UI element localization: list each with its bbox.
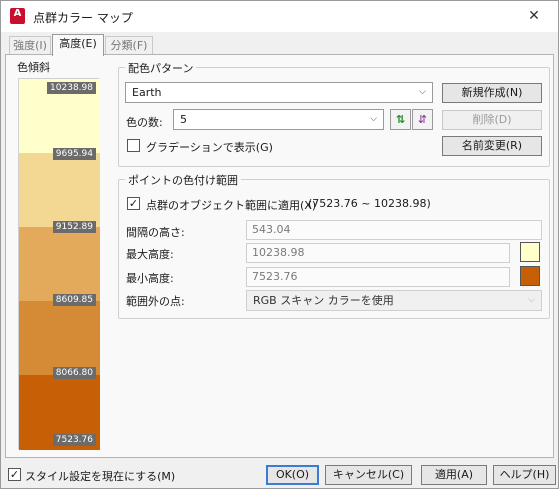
legend-band-label: 9695.94	[52, 148, 96, 160]
window-title: 点群カラー マップ	[33, 11, 133, 25]
min-elevation-field[interactable]: 7523.76	[246, 267, 510, 287]
reverse-colors-icon[interactable]: ⇅	[390, 109, 411, 130]
max-color-swatch[interactable]	[520, 242, 540, 262]
legend-title: 色傾斜	[17, 61, 50, 74]
apply-extents-label: 点群のオブジェクト範囲に適用(X)	[146, 199, 317, 212]
color-count-value: 5	[180, 113, 187, 126]
color-range-group-title: ポイントの色付け範囲	[125, 172, 241, 188]
legend-band-label: 7523.76	[52, 434, 96, 446]
chevron-down-icon: ⌵	[419, 87, 426, 97]
apply-extents-checkbox[interactable]: ✓	[127, 197, 140, 210]
apply-extents-range: (7523.76 ~ 10238.98)	[308, 197, 431, 210]
legend-band-label: 9152.89	[52, 221, 96, 233]
legend-band	[19, 153, 100, 227]
autocad-app-icon: A	[10, 8, 25, 24]
legend-band	[19, 227, 100, 301]
close-icon[interactable]: ✕	[519, 5, 549, 27]
color-count-label: 色の数:	[126, 116, 163, 129]
apply-button[interactable]: 適用(A)	[421, 465, 487, 485]
cancel-button[interactable]: キャンセル(C)	[325, 465, 412, 485]
color-scheme-group-title: 配色パターン	[125, 60, 197, 76]
new-scheme-button[interactable]: 新規作成(N)	[442, 83, 542, 103]
chevron-down-icon: ⌵	[370, 114, 377, 124]
outside-points-value: RGB スキャン カラーを使用	[253, 294, 394, 307]
delete-scheme-button[interactable]: 削除(D)	[442, 110, 542, 130]
color-scheme-value: Earth	[132, 86, 162, 99]
ok-button[interactable]: OK(O)	[266, 465, 319, 485]
help-button[interactable]: ヘルプ(H)	[493, 465, 556, 485]
gradient-checkbox[interactable]	[127, 139, 140, 152]
interval-label: 間隔の高さ:	[126, 226, 185, 239]
chevron-down-icon: ⌵	[528, 295, 535, 305]
legend-band	[19, 301, 100, 375]
min-color-swatch[interactable]	[520, 266, 540, 286]
legend-band-label: 8609.85	[52, 294, 96, 306]
set-current-style-checkbox[interactable]: ✓	[8, 468, 21, 481]
outside-points-dropdown[interactable]: RGB スキャン カラーを使用 ⌵	[246, 290, 542, 311]
legend-band-label: 8066.80	[52, 367, 96, 379]
rename-scheme-button[interactable]: 名前変更(R)	[442, 136, 542, 156]
legend-band-label: 10238.98	[47, 82, 96, 94]
set-current-style-label: スタイル設定を現在にする(M)	[25, 470, 176, 483]
tab-elevation[interactable]: 高度(E)	[52, 34, 104, 56]
check-icon: ✓	[128, 197, 139, 210]
title-bar: A 点群カラー マップ ✕	[1, 1, 558, 32]
tab-intensity[interactable]: 強度(I)	[9, 36, 51, 56]
tab-classification[interactable]: 分類(F)	[105, 36, 153, 56]
interval-field[interactable]: 543.04	[246, 220, 542, 240]
max-elevation-field[interactable]: 10238.98	[246, 243, 510, 263]
max-elevation-label: 最大高度:	[126, 248, 174, 261]
color-order-icon[interactable]: ⇵	[412, 109, 433, 130]
outside-points-label: 範囲外の点:	[126, 295, 185, 308]
color-count-dropdown[interactable]: 5 ⌵	[173, 109, 384, 130]
color-ramp-legend: 10238.98 9695.94 9152.89 8609.85 8066.80…	[18, 78, 100, 450]
min-elevation-label: 最小高度:	[126, 272, 174, 285]
color-map-dialog: A 点群カラー マップ ✕ 強度(I) 高度(E) 分類(F) 色傾斜 1023…	[0, 0, 559, 489]
color-scheme-dropdown[interactable]: Earth ⌵	[125, 82, 433, 103]
check-icon: ✓	[9, 468, 20, 481]
gradient-label: グラデーションで表示(G)	[146, 141, 273, 154]
